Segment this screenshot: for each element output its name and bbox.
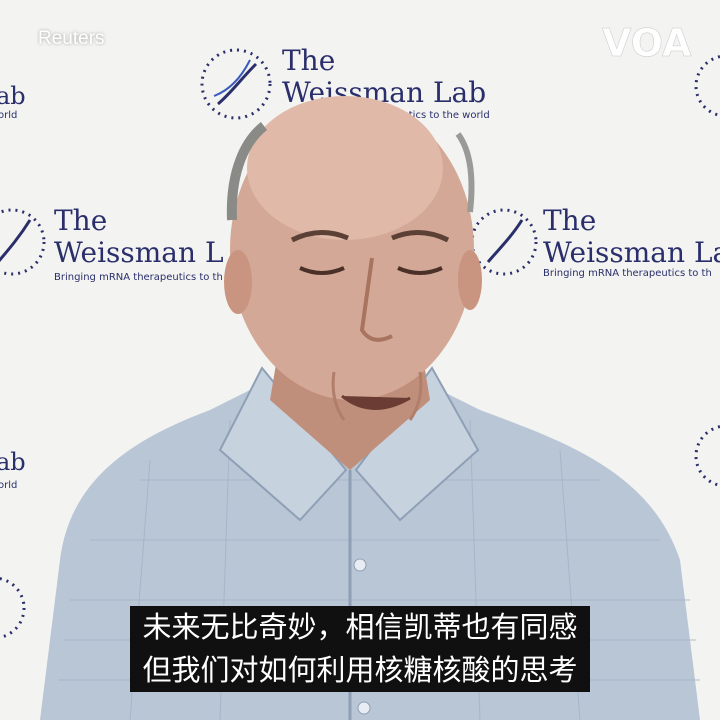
voa-logo: VOA <box>602 21 693 66</box>
voa-logo-text: VOA <box>602 21 692 65</box>
lab-logo-right-title: The <box>543 204 596 237</box>
subtitle-line-2-container: 但我们对如何利用核糖核酸的思考 <box>0 649 720 692</box>
source-watermark: Reuters <box>38 28 105 49</box>
subtitle-line-1: 未来无比奇妙，相信凯蒂也有同感 <box>130 606 590 649</box>
lab-logo-left-subtitle: Weissman L <box>54 236 224 269</box>
lab-logo-right-tagline: Bringing mRNA therapeutics to th <box>543 268 712 279</box>
lab-logo-left-tagline: Bringing mRNA therapeutics to th <box>54 272 223 283</box>
edge-fragment-top-left-small: orld <box>0 110 17 121</box>
subtitle-line-2: 但我们对如何利用核糖核酸的思考 <box>130 649 590 692</box>
edge-fragment-top-left: ab <box>0 82 26 110</box>
subtitle-line-1-container: 未来无比奇妙，相信凯蒂也有同感 <box>0 606 720 649</box>
edge-fragment-mid-left: ab <box>0 448 26 476</box>
lab-logo-title: The <box>282 44 335 77</box>
lab-logo-right-subtitle: Weissman La <box>543 236 720 269</box>
edge-fragment-mid-left-small: orld <box>0 480 17 491</box>
video-frame: The Weissman L ab Bringing mRNA therapeut… <box>0 0 720 720</box>
lab-logo-left-title: The <box>54 204 107 237</box>
